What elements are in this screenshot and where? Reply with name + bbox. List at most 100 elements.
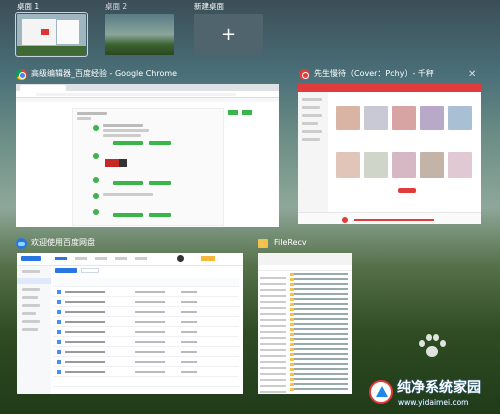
url-field (36, 92, 236, 96)
baidu-sidebar (17, 266, 51, 394)
baidu-logo (21, 256, 41, 261)
file-list (53, 268, 239, 392)
nav-tab (135, 257, 147, 260)
album-card (448, 106, 472, 130)
player-bar (298, 212, 481, 224)
image-placeholder (119, 159, 127, 167)
table-header (53, 278, 239, 287)
album-card (420, 106, 444, 130)
text-line (22, 270, 40, 273)
cloud-shape (18, 242, 25, 246)
bookmarks-bar (16, 98, 279, 102)
paw-toe (419, 340, 425, 347)
green-button (113, 213, 143, 217)
file-rows (290, 273, 348, 391)
baidu-netdisk-icon (16, 238, 27, 249)
text-line (77, 117, 91, 120)
text-line (302, 114, 322, 117)
mini-window-accent (41, 29, 49, 35)
step-marker (93, 193, 99, 199)
desktop-2-label: 桌面 2 (105, 2, 128, 11)
step-marker (93, 153, 99, 159)
nav-tab (115, 257, 127, 260)
music-header (298, 84, 481, 92)
image-placeholder (105, 159, 119, 167)
nav-tab (95, 257, 107, 260)
watermark-logo-icon (369, 380, 393, 404)
side-green-tag (228, 110, 238, 115)
text-line (302, 122, 318, 125)
explorer-window-title: FileRecv (274, 238, 307, 247)
chrome-window-thumbnail (16, 84, 279, 227)
desktop-2-thumbnail[interactable] (105, 14, 174, 55)
album-card (420, 152, 444, 178)
file-icons-column (57, 290, 61, 380)
baidu-header (17, 253, 243, 266)
text-line (302, 130, 322, 133)
text-line (103, 129, 149, 132)
music-window-thumbnail (298, 84, 481, 224)
new-desktop-button[interactable]: + (194, 14, 263, 55)
album-card (392, 106, 416, 130)
album-card (448, 152, 472, 178)
desktop-1-label: 桌面 1 (17, 2, 40, 11)
mini-grass (17, 46, 86, 55)
new-desktop-label: 新建桌面 (194, 2, 224, 11)
baidu-window-thumbnail (17, 253, 243, 394)
green-button (149, 181, 171, 185)
text-line (103, 124, 143, 127)
nav-tab (75, 257, 87, 260)
plus-icon: + (220, 23, 237, 45)
music-app-icon (299, 69, 310, 80)
avatar (177, 255, 184, 262)
vip-badge (201, 256, 215, 261)
text-line (103, 134, 141, 137)
music-sidebar (298, 92, 328, 224)
red-button (398, 188, 416, 193)
editor-panel (72, 108, 224, 226)
file-sizes-column (181, 291, 197, 379)
progress-bar (354, 219, 434, 221)
text-line (22, 296, 38, 299)
close-icon[interactable]: ✕ (468, 70, 476, 80)
text-line (103, 193, 153, 196)
file-dates-column (135, 291, 165, 379)
step-marker (93, 125, 99, 131)
album-card (364, 152, 388, 178)
logo-triangle (376, 386, 388, 397)
upload-button (55, 268, 77, 273)
text-line (22, 288, 40, 291)
chrome-window-title: 高级编辑器_百度经验 - Google Chrome (31, 69, 178, 78)
text-line (22, 328, 38, 331)
nav-tab (55, 257, 67, 260)
green-button (149, 141, 171, 145)
paw-toe (433, 334, 439, 341)
toolbar-button (81, 268, 99, 273)
file-names-column (65, 291, 105, 379)
nav-pane (258, 271, 288, 394)
watermark-url: www.yidaimei.com (398, 398, 469, 407)
desktop-1-thumbnail[interactable] (15, 12, 88, 57)
text-line (302, 98, 322, 101)
album-card (364, 106, 388, 130)
side-green-tag (242, 110, 252, 115)
explorer-window-thumbnail (258, 253, 352, 394)
chrome-icon (16, 69, 27, 80)
paw-toe (426, 334, 432, 341)
text-line (302, 138, 320, 141)
table-row (53, 378, 239, 387)
music-window-title: 先生慢待（Cover：Pchy）- 千秤 (314, 69, 434, 78)
watermark-brand: 纯净系统家园 (397, 380, 481, 396)
paw-toe (440, 340, 446, 347)
music-app-icon-ring (302, 72, 309, 79)
file-type-icons (290, 273, 294, 391)
paw-pad (426, 346, 438, 357)
step-marker (93, 209, 99, 215)
album-card (336, 106, 360, 130)
paw-icon (418, 334, 446, 360)
sidebar-active-item (17, 278, 51, 284)
album-card (392, 152, 416, 178)
play-button (342, 217, 348, 223)
album-card (336, 152, 360, 178)
folder-icon (258, 239, 268, 248)
